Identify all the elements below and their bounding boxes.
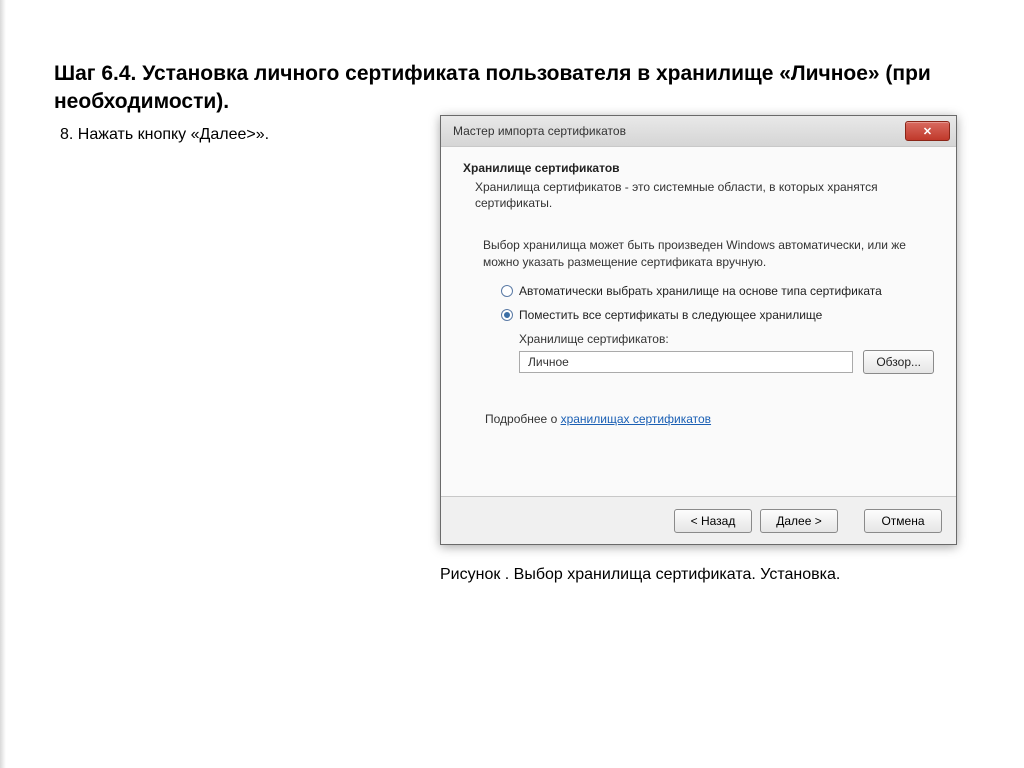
back-label: < Назад bbox=[691, 514, 736, 528]
close-button[interactable]: ✕ bbox=[905, 121, 950, 141]
page-edge-shadow bbox=[0, 0, 6, 768]
wizard-footer: < Назад Далее > Отмена bbox=[441, 496, 956, 544]
figure-caption: Рисунок . Выбор хранилища сертификата. У… bbox=[440, 566, 840, 584]
more-link[interactable]: хранилищах сертификатов bbox=[561, 412, 711, 426]
radio-manual-icon bbox=[501, 309, 513, 321]
page-title: Шаг 6.4. Установка личного сертификата п… bbox=[54, 60, 954, 117]
cancel-label: Отмена bbox=[881, 514, 924, 528]
browse-label: Обзор... bbox=[876, 355, 921, 369]
section-description: Хранилища сертификатов - это системные о… bbox=[463, 179, 934, 211]
store-value: Личное bbox=[528, 355, 569, 369]
radio-auto-icon bbox=[501, 285, 513, 297]
radio-auto-label: Автоматически выбрать хранилище на основ… bbox=[519, 284, 882, 298]
body-text: Выбор хранилища может быть произведен Wi… bbox=[463, 237, 934, 269]
radio-auto-row[interactable]: Автоматически выбрать хранилище на основ… bbox=[501, 284, 934, 298]
store-label: Хранилище сертификатов: bbox=[519, 332, 934, 346]
next-label: Далее > bbox=[776, 514, 822, 528]
wizard-content: Хранилище сертификатов Хранилища сертифи… bbox=[441, 146, 956, 496]
titlebar: Мастер импорта сертификатов ✕ bbox=[441, 116, 956, 146]
section-title: Хранилище сертификатов bbox=[463, 161, 934, 175]
cancel-button[interactable]: Отмена bbox=[864, 509, 942, 533]
next-button[interactable]: Далее > bbox=[760, 509, 838, 533]
browse-button[interactable]: Обзор... bbox=[863, 350, 934, 374]
window-title: Мастер импорта сертификатов bbox=[453, 124, 905, 138]
more-info: Подробнее о хранилищах сертификатов bbox=[485, 412, 711, 426]
instruction-text: 8. Нажать кнопку «Далее>». bbox=[60, 126, 269, 144]
radio-group: Автоматически выбрать хранилище на основ… bbox=[463, 284, 934, 322]
close-icon: ✕ bbox=[923, 125, 932, 138]
back-button[interactable]: < Назад bbox=[674, 509, 752, 533]
certificate-import-wizard: Мастер импорта сертификатов ✕ Хранилище … bbox=[440, 115, 957, 545]
store-block: Хранилище сертификатов: Личное Обзор... bbox=[463, 332, 934, 374]
more-prefix: Подробнее о bbox=[485, 412, 561, 426]
store-input[interactable]: Личное bbox=[519, 351, 853, 373]
radio-manual-row[interactable]: Поместить все сертификаты в следующее хр… bbox=[501, 308, 934, 322]
radio-manual-label: Поместить все сертификаты в следующее хр… bbox=[519, 308, 822, 322]
